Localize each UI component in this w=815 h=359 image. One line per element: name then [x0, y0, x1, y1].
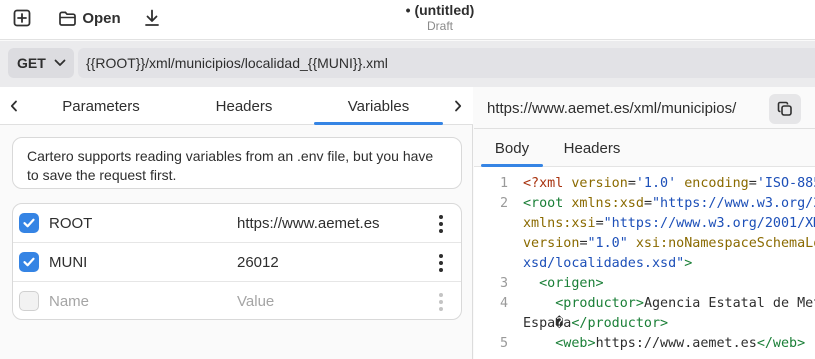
code-line: <root xmlns:xsd="https://www.w3.org/2001…	[523, 196, 815, 211]
open-label: Open	[82, 9, 121, 27]
variable-name[interactable]: ROOT	[49, 204, 92, 243]
code-line: <web>https://www.aemet.es</web>	[555, 336, 806, 351]
variable-value[interactable]: 26012	[237, 243, 279, 282]
chevron-down-icon	[54, 59, 66, 66]
variables-list: ROOT https://www.aemet.es MUNI 26012 Nam…	[12, 203, 462, 320]
copy-icon	[777, 101, 792, 116]
variable-name-placeholder[interactable]: Name	[49, 282, 89, 319]
response-url: https://www.aemet.es/xml/municipios/	[487, 99, 737, 117]
code-line: xsd/localidades.xsd">	[523, 256, 693, 271]
variable-name[interactable]: MUNI	[49, 243, 87, 282]
line-number: 1	[499, 176, 508, 191]
menu-dot	[439, 261, 443, 265]
code-line: version="1.0" xsi:noNamespaceSchemaLocat…	[523, 236, 815, 251]
variable-menu-button[interactable]	[433, 213, 449, 235]
variable-value-placeholder[interactable]: Value	[237, 282, 274, 319]
menu-dot	[439, 215, 443, 219]
request-pane: Parameters Headers Variables Cartero sup…	[0, 87, 473, 359]
tabs-scroll-right-button[interactable]	[448, 95, 468, 117]
chevron-left-icon	[10, 100, 17, 112]
menu-dot	[439, 229, 443, 233]
code-line: Espa�a</productor>	[523, 316, 669, 331]
tab-variables[interactable]: Variables	[314, 87, 443, 125]
menu-dot	[439, 222, 443, 226]
document-title: • (untitled)	[405, 2, 475, 18]
response-body[interactable]: 1 2 3 4 5 <?xml version='1.0' encoding='…	[474, 167, 815, 359]
code-line: <?xml version='1.0' encoding='ISO-8859-1…	[523, 176, 815, 191]
variable-enabled-checkbox[interactable]	[19, 252, 39, 272]
url-input[interactable]: {{ROOT}}/xml/municipios/localidad_{{MUNI…	[78, 48, 815, 78]
request-tabs: Parameters Headers Variables	[0, 87, 473, 125]
menu-dot	[439, 293, 443, 297]
open-button[interactable]: Open	[54, 4, 126, 32]
line-number: 3	[499, 276, 508, 291]
code-line: xmlns:xsi="https://www.w3.org/2001/XMLSc…	[523, 216, 815, 231]
save-button[interactable]	[138, 4, 166, 32]
tab-body[interactable]: Body	[481, 129, 543, 167]
menu-dot	[439, 307, 443, 311]
line-number: 4	[499, 296, 508, 311]
response-pane: https://www.aemet.es/xml/municipios/ Bod…	[474, 87, 815, 359]
menu-dot	[439, 300, 443, 304]
variable-enabled-checkbox[interactable]	[19, 291, 39, 311]
code-line: <productor>Agencia Estatal de Meteorolog…	[555, 296, 815, 311]
line-number: 2	[499, 196, 508, 211]
menu-dot	[439, 268, 443, 272]
tab-parameters[interactable]: Parameters	[42, 87, 160, 125]
variable-menu-button[interactable]	[433, 252, 449, 274]
variable-row: ROOT https://www.aemet.es	[13, 204, 461, 243]
method-label: GET	[17, 55, 46, 71]
variable-enabled-checkbox[interactable]	[19, 213, 39, 233]
window-title: • (untitled) Draft	[310, 2, 570, 34]
copy-url-button[interactable]	[769, 94, 801, 124]
request-url-bar: GET {{ROOT}}/xml/municipios/localidad_{{…	[0, 41, 815, 87]
variable-row: MUNI 26012	[13, 243, 461, 282]
document-subtitle: Draft	[426, 19, 453, 33]
code-line: <origen>	[539, 276, 604, 291]
variable-menu-button[interactable]	[433, 291, 449, 313]
new-variable-row: Name Value	[13, 282, 461, 319]
chevron-right-icon	[455, 100, 462, 112]
variable-value[interactable]: https://www.aemet.es	[237, 204, 380, 243]
menu-dot	[439, 254, 443, 258]
new-request-button[interactable]	[6, 4, 38, 32]
response-tabs: Body Headers	[474, 129, 815, 167]
header-bar: Open • (untitled) Draft	[0, 0, 815, 40]
checkmark-icon	[23, 218, 35, 228]
add-icon	[13, 9, 31, 27]
tab-response-headers[interactable]: Headers	[554, 129, 630, 167]
method-dropdown[interactable]: GET	[8, 48, 74, 78]
folder-icon	[59, 11, 77, 26]
download-icon	[145, 9, 159, 26]
env-file-notice: Cartero supports reading variables from …	[12, 137, 462, 189]
tabs-scroll-left-button[interactable]	[4, 95, 24, 117]
response-url-bar: https://www.aemet.es/xml/municipios/	[474, 87, 815, 129]
tab-headers[interactable]: Headers	[184, 87, 304, 125]
line-number: 5	[499, 336, 508, 351]
checkmark-icon	[23, 257, 35, 267]
